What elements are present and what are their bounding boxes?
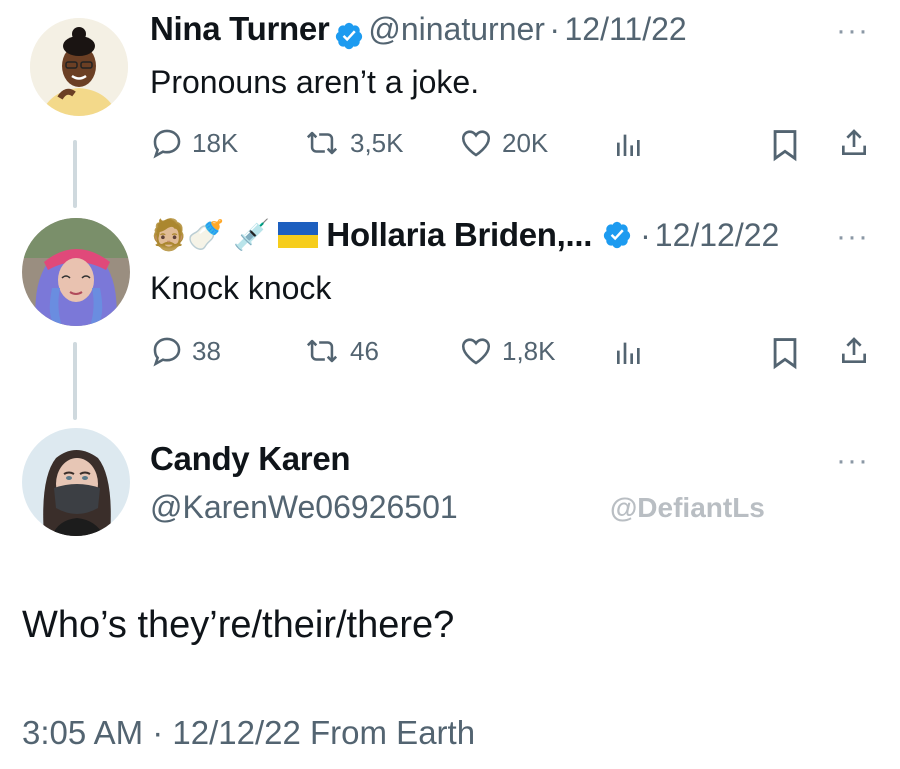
tweet1-reply-button[interactable]: 18K (150, 126, 238, 160)
bookmark-icon (773, 130, 797, 162)
tweet2-like-button[interactable]: 1,8K (458, 334, 556, 368)
tweet1-retweet-button[interactable]: 3,5K (302, 126, 404, 160)
heart-icon (461, 130, 491, 157)
tweet1-author-name[interactable]: Nina Turner (150, 10, 330, 47)
avatar-candy-karen[interactable] (22, 428, 130, 536)
tweet1-handle[interactable]: @ninaturner (368, 11, 545, 47)
tweet2-views-button[interactable] (612, 336, 646, 368)
tweet1-bookmark-button[interactable] (770, 128, 800, 162)
tweet2-retweet-button[interactable]: 46 (302, 334, 379, 368)
tweet2-reply-count: 38 (192, 335, 221, 366)
thread-line-1 (73, 140, 77, 208)
main-tweet-meta: 3:05 AM · 12/12/22 From Earth (22, 714, 476, 751)
reply-icon (153, 337, 181, 367)
main-tweet-handle[interactable]: @KarenWe06926501 (150, 489, 458, 526)
verified-badge-icon (334, 21, 364, 51)
tweet2-author-name[interactable]: Hollaria Briden,... (326, 216, 592, 254)
main-tweet-text: Who’s they’re/their/there? (22, 604, 455, 646)
views-icon (617, 342, 640, 364)
tweet1-date[interactable]: 12/11/22 (565, 11, 687, 47)
tweet1-reply-count: 18K (192, 127, 239, 158)
tweet2-bookmark-button[interactable] (770, 336, 800, 370)
views-icon (617, 134, 640, 156)
main-tweet-more-icon[interactable]: ··· (836, 444, 869, 478)
tweet2-header: 🧔🏼‍🍼 💉 Hollaria Briden,... · 12/12/22 (150, 216, 779, 254)
avatar-nina-turner[interactable] (30, 18, 128, 116)
tweet2-emoji-prefix: 🧔🏼‍🍼 💉 (150, 218, 271, 252)
bookmark-icon (773, 338, 797, 370)
tweet2-retweet-count: 46 (350, 335, 379, 366)
main-tweet-author-name[interactable]: Candy Karen (150, 440, 351, 478)
tweet1-like-button[interactable]: 20K (458, 126, 548, 160)
tweet2-date[interactable]: 12/12/22 (655, 217, 780, 254)
tweet1-more-icon[interactable]: ··· (836, 14, 869, 48)
tweet2-separator: · (640, 216, 651, 253)
tweet1-like-count: 20K (502, 127, 549, 158)
tweet2-more-icon[interactable]: ··· (836, 220, 869, 254)
thread-line-2 (73, 342, 77, 420)
verified-badge-icon (602, 220, 632, 250)
heart-icon (461, 338, 491, 365)
retweet-icon (306, 339, 338, 363)
tweet1-views-button[interactable] (612, 128, 646, 160)
reply-icon (153, 129, 181, 159)
share-icon (842, 129, 866, 155)
tweet2-reply-button[interactable]: 38 (150, 334, 221, 368)
tweet2-text: Knock knock (150, 270, 332, 306)
retweet-icon (306, 131, 338, 155)
avatar-hollaria-briden[interactable] (22, 218, 130, 326)
tweet1-text: Pronouns aren’t a joke. (150, 64, 480, 100)
share-icon (842, 337, 866, 363)
watermark: @DefiantLs (610, 492, 765, 523)
tweet1-header: Nina Turner @ninaturner · 12/11/22 (150, 10, 687, 51)
tweet2-like-count: 1,8K (502, 335, 556, 366)
ukraine-flag-icon (278, 222, 319, 248)
tweet1-share-button[interactable] (838, 126, 870, 160)
tweet1-retweet-count: 3,5K (350, 127, 404, 158)
tweet2-share-button[interactable] (838, 334, 870, 368)
tweet1-separator: · (549, 11, 561, 47)
